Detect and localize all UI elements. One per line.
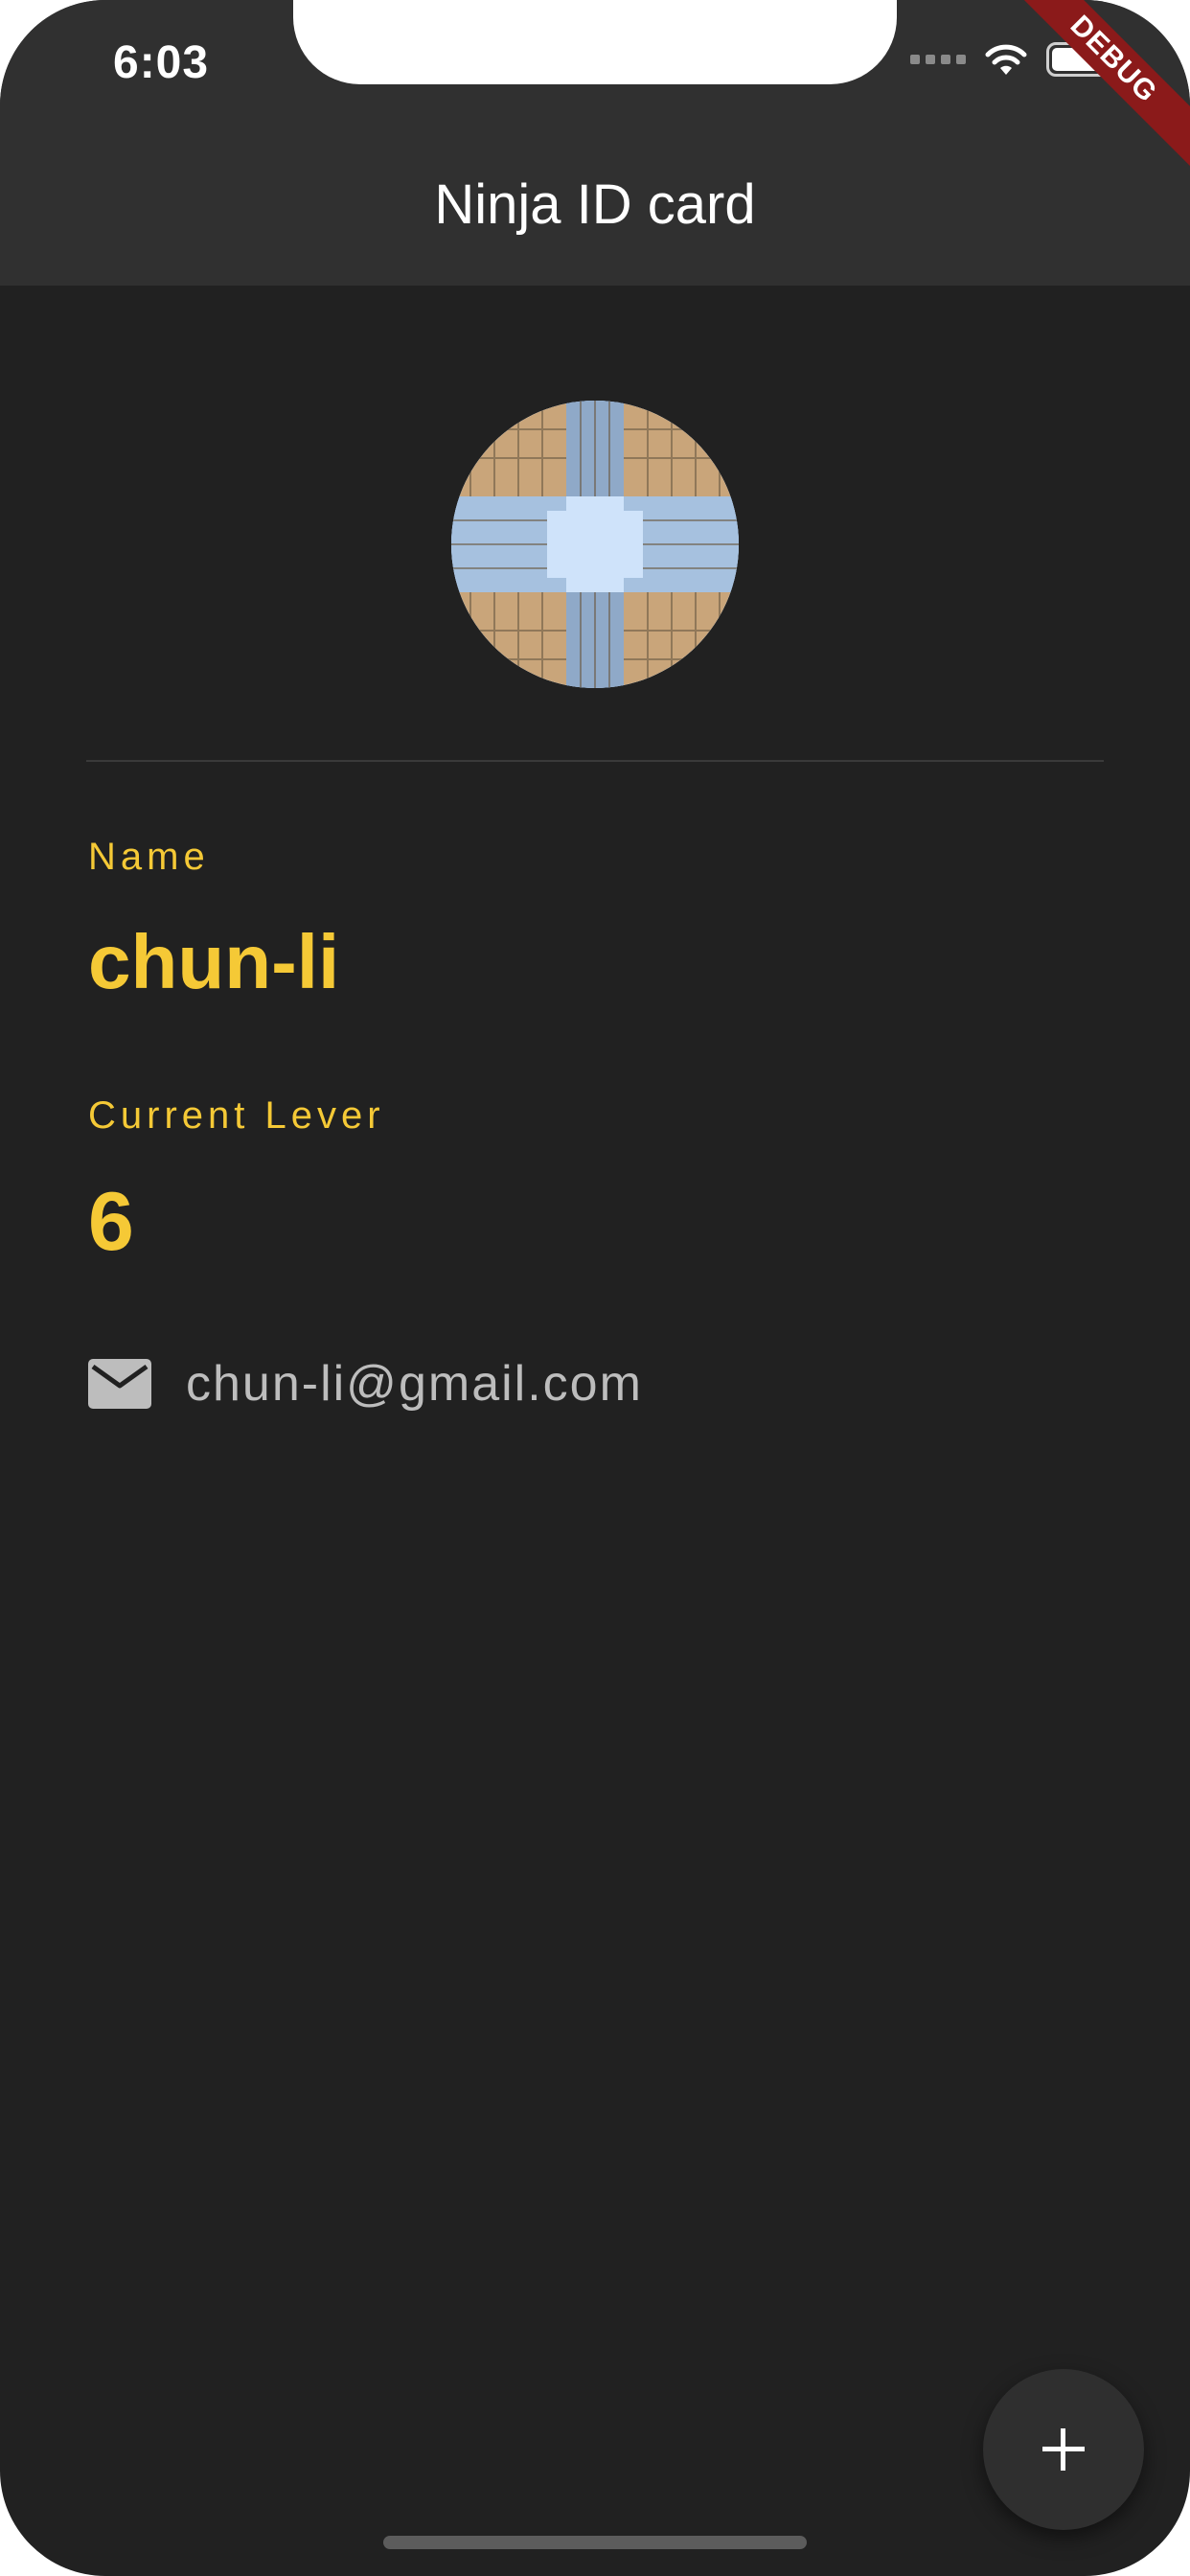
plus-icon <box>1042 2428 1085 2471</box>
debug-banner: DEBUG <box>996 0 1190 176</box>
email-row: chun-li@gmail.com <box>88 1355 643 1413</box>
level-value: 6 <box>88 1176 134 1268</box>
name-value: chun-li <box>88 919 340 1004</box>
avatar-image <box>451 401 739 688</box>
page-title: Ninja ID card <box>434 173 756 236</box>
divider <box>86 760 1104 762</box>
home-indicator[interactable] <box>383 2536 807 2549</box>
phone-screen: 6:03 DEBUG Ninja ID card Name chun-li Cu… <box>0 0 1190 2576</box>
cellular-signal-icon <box>910 55 966 64</box>
name-label: Name <box>88 836 210 878</box>
avatar <box>451 401 739 688</box>
device-notch <box>293 0 897 84</box>
status-time: 6:03 <box>113 37 210 88</box>
add-button[interactable] <box>983 2369 1144 2530</box>
app-bar: 6:03 DEBUG Ninja ID card <box>0 0 1190 286</box>
email-text: chun-li@gmail.com <box>186 1356 643 1412</box>
wifi-icon <box>985 44 1027 75</box>
level-label: Current Lever <box>88 1094 385 1137</box>
email-icon <box>88 1359 151 1409</box>
